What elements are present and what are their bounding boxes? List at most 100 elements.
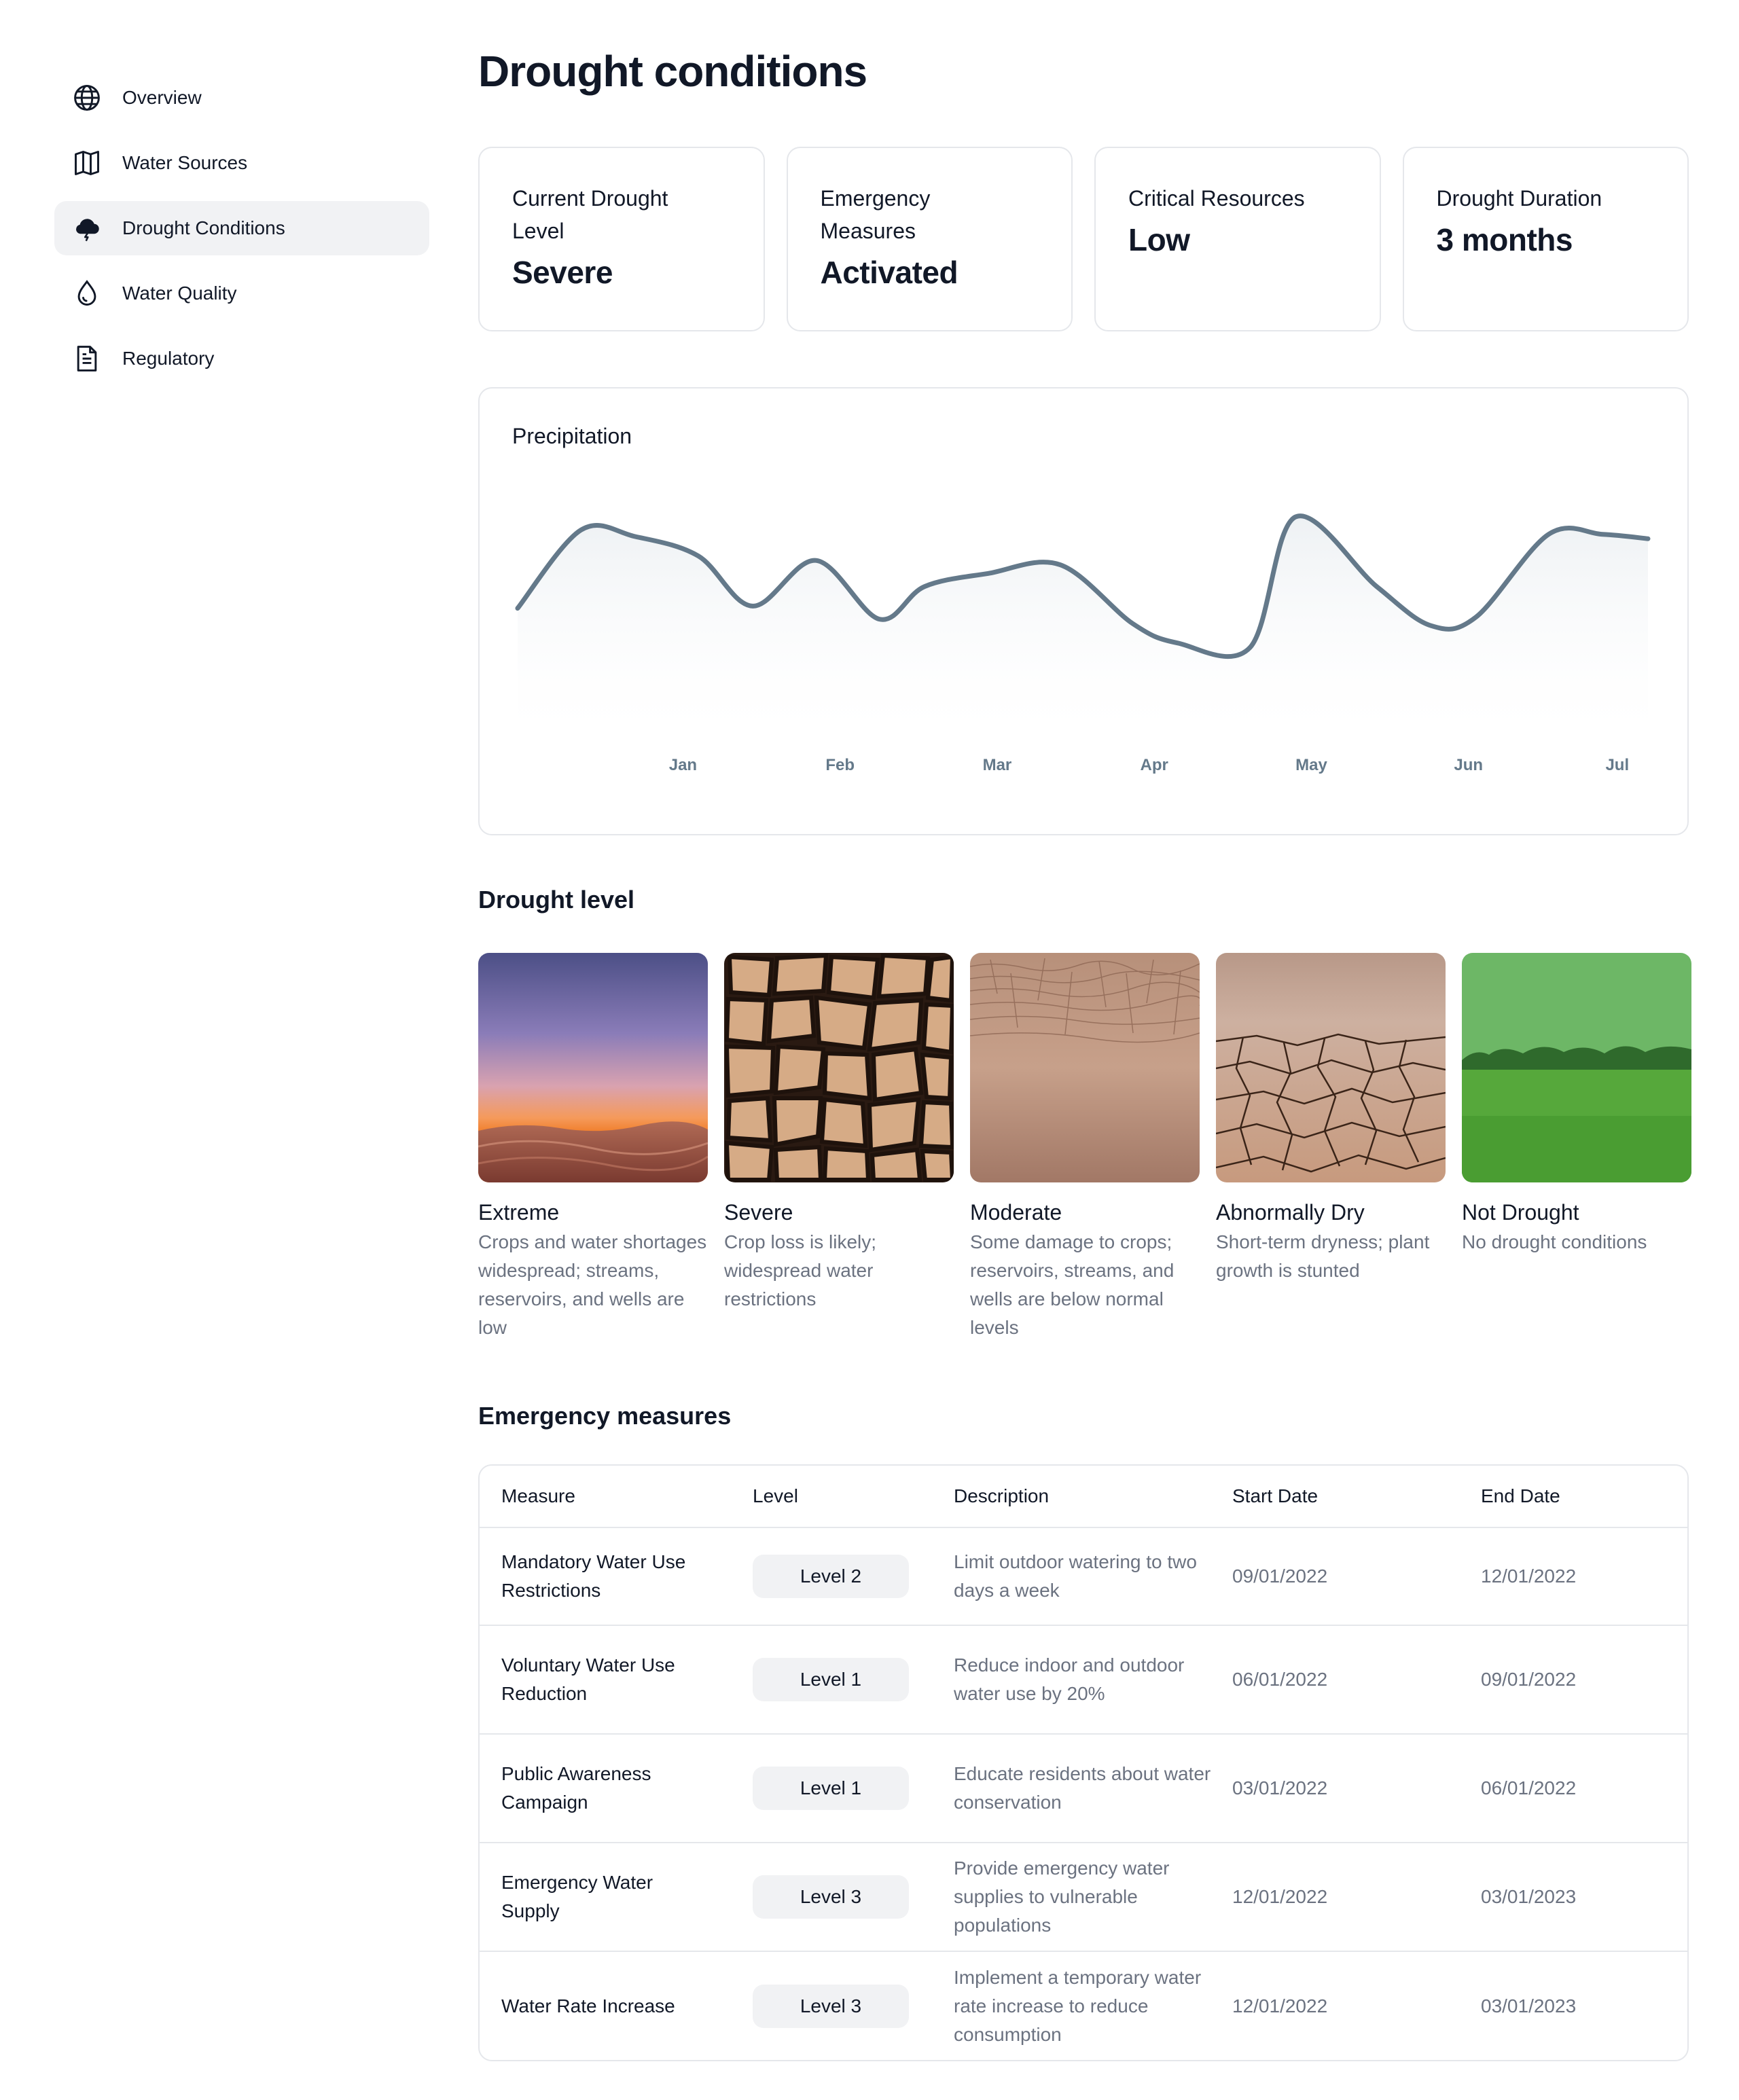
start-date: 03/01/2022	[1232, 1734, 1481, 1843]
page-title: Drought conditions	[478, 47, 867, 96]
emergency-measures-heading: Emergency measures	[478, 1402, 732, 1430]
column-header-description[interactable]: Description	[954, 1466, 1232, 1528]
stat-value: Low	[1128, 222, 1190, 257]
stat-value: Activated	[820, 255, 958, 290]
stats-row: Current Drought Level Severe Emergency M…	[478, 147, 1689, 331]
level-description: Short-term dryness; plant growth is stun…	[1216, 1231, 1430, 1281]
x-tick-label: Jul	[1605, 756, 1629, 774]
end-date: 03/01/2023	[1481, 1995, 1577, 2016]
level-title: Extreme	[478, 1200, 560, 1225]
column-header-start-date[interactable]: Start Date	[1232, 1466, 1481, 1528]
storm-cloud-icon	[72, 213, 102, 243]
sidebar-item-drought-conditions[interactable]: Drought Conditions	[54, 201, 429, 255]
level-title: Severe	[724, 1200, 793, 1225]
x-tick-label: May	[1295, 756, 1327, 774]
start-date: 06/01/2022	[1232, 1625, 1481, 1735]
x-tick-label: Feb	[825, 756, 855, 774]
drought-level-heading: Drought level	[478, 886, 635, 913]
deeply-cracked-earth-image	[724, 953, 954, 1182]
x-tick-label: Jun	[1454, 756, 1483, 774]
x-tick-label: Jan	[669, 756, 697, 774]
table-row[interactable]: Mandatory Water Use Restrictions Level 2…	[480, 1527, 1687, 1626]
level-badge: Level 3	[753, 1984, 909, 2028]
measure-name: Public Awareness Campaign	[501, 1763, 651, 1813]
precipitation-chart-card: Jan Feb Mar Apr May Jun Jul Precipitation	[478, 387, 1689, 835]
drought-level-card-abnormally-dry[interactable]: Abnormally Dry Short-term dryness; plant…	[1216, 953, 1446, 1342]
start-date: 12/01/2022	[1232, 1843, 1481, 1952]
sidebar-item-label: Overview	[122, 87, 202, 108]
column-header-measure[interactable]: Measure	[480, 1466, 753, 1528]
drought-level-card-not-drought[interactable]: Not Drought No drought conditions	[1462, 953, 1691, 1342]
sidebar-item-overview[interactable]: Overview	[54, 71, 429, 125]
sidebar-item-label: Regulatory	[122, 348, 215, 369]
stat-card-emergency-measures: Emergency Measures Activated	[786, 147, 1073, 331]
precipitation-chart: Jan Feb Mar Apr May Jun Jul	[515, 513, 1651, 774]
sidebar-item-label: Drought Conditions	[122, 217, 285, 238]
level-badge: Level 1	[753, 1658, 909, 1701]
level-title: Abnormally Dry	[1216, 1200, 1365, 1225]
stat-card-drought-level: Current Drought Level Severe	[478, 147, 765, 331]
stat-value: 3 months	[1436, 222, 1573, 257]
column-header-level[interactable]: Level	[753, 1466, 954, 1528]
globe-icon	[72, 83, 102, 113]
stat-label: Current Drought Level	[512, 186, 668, 243]
desert-dunes-image	[478, 953, 708, 1182]
measure-description: Provide emergency water supplies to vuln…	[954, 1843, 1232, 1952]
end-date: 12/01/2022	[1481, 1527, 1687, 1626]
measure-description: Reduce indoor and outdoor water use by 2…	[954, 1625, 1232, 1735]
emergency-measures-table: Measure Level Description Start Date End…	[478, 1464, 1689, 2061]
measure-description: Implement a temporary water rate increas…	[954, 1966, 1202, 2045]
sidebar-item-water-sources[interactable]: Water Sources	[54, 136, 429, 190]
level-description: Crops and water shortages widespread; st…	[478, 1231, 707, 1338]
drought-level-card-severe[interactable]: Severe Crop loss is likely; widespread w…	[724, 953, 954, 1342]
stat-card-critical-resources: Critical Resources Low	[1094, 147, 1381, 331]
drought-level-card-moderate[interactable]: Moderate Some damage to crops; reservoir…	[970, 953, 1200, 1342]
level-description: Crop loss is likely; widespread water re…	[724, 1231, 877, 1309]
chart-title: Precipitation	[512, 424, 632, 448]
table-header-row: Measure Level Description Start Date End…	[480, 1466, 1687, 1528]
end-date: 03/01/2023	[1481, 1843, 1687, 1952]
sidebar-item-label: Water Quality	[122, 283, 237, 304]
measure-description: Educate residents about water conservati…	[954, 1734, 1232, 1843]
dry-lakebed-image	[970, 953, 1200, 1182]
x-tick-label: Apr	[1141, 756, 1168, 774]
stat-label: Emergency Measures	[820, 186, 931, 243]
level-description: Some damage to crops; reservoirs, stream…	[970, 1231, 1175, 1338]
sidebar-item-water-quality[interactable]: Water Quality	[54, 266, 429, 321]
column-header-end-date[interactable]: End Date	[1481, 1466, 1687, 1528]
sidebar-item-label: Water Sources	[122, 152, 248, 173]
droplet-icon	[72, 278, 102, 308]
cracked-soil-image	[1216, 953, 1446, 1182]
sidebar-item-regulatory[interactable]: Regulatory	[54, 331, 429, 386]
stat-value: Severe	[512, 255, 613, 290]
measure-name: Voluntary Water Use Reduction	[501, 1654, 675, 1704]
drought-level-gallery: Extreme Crops and water shortages widesp…	[478, 953, 1691, 1342]
level-title: Not Drought	[1462, 1200, 1579, 1225]
end-date: 09/01/2022	[1481, 1625, 1687, 1735]
measure-name: Mandatory Water Use Restrictions	[501, 1551, 686, 1601]
green-field-image	[1462, 953, 1691, 1182]
x-tick-label: Mar	[983, 756, 1012, 774]
start-date: 09/01/2022	[1232, 1527, 1481, 1626]
measure-description: Limit outdoor watering to two days a wee…	[954, 1527, 1232, 1626]
level-badge: Level 3	[753, 1875, 909, 1919]
measure-name: Water Rate Increase	[501, 1995, 675, 2016]
measure-name: Emergency Water Supply	[501, 1872, 653, 1921]
stat-label: Critical Resources	[1128, 186, 1305, 211]
end-date: 06/01/2022	[1481, 1734, 1687, 1843]
drought-level-card-extreme[interactable]: Extreme Crops and water shortages widesp…	[478, 953, 708, 1342]
level-badge: Level 1	[753, 1767, 909, 1810]
table-row[interactable]: Voluntary Water Use Reduction Level 1 Re…	[480, 1625, 1687, 1735]
level-description: No drought conditions	[1462, 1231, 1647, 1252]
table-row[interactable]: Emergency Water Supply Level 3 Provide e…	[480, 1843, 1687, 1952]
table-row[interactable]: Public Awareness Campaign Level 1 Educat…	[480, 1734, 1687, 1843]
level-badge: Level 2	[753, 1555, 909, 1598]
document-icon	[72, 344, 102, 374]
sidebar: Overview Water Sources Drought Condition…	[54, 71, 429, 397]
table-row[interactable]: Water Rate Increase Level 3 Implement a …	[480, 1951, 1687, 2060]
stat-card-drought-duration: Drought Duration 3 months	[1402, 147, 1689, 331]
stat-label: Drought Duration	[1436, 186, 1602, 211]
start-date: 12/01/2022	[1232, 1995, 1328, 2016]
map-icon	[72, 148, 102, 178]
level-title: Moderate	[970, 1200, 1062, 1225]
